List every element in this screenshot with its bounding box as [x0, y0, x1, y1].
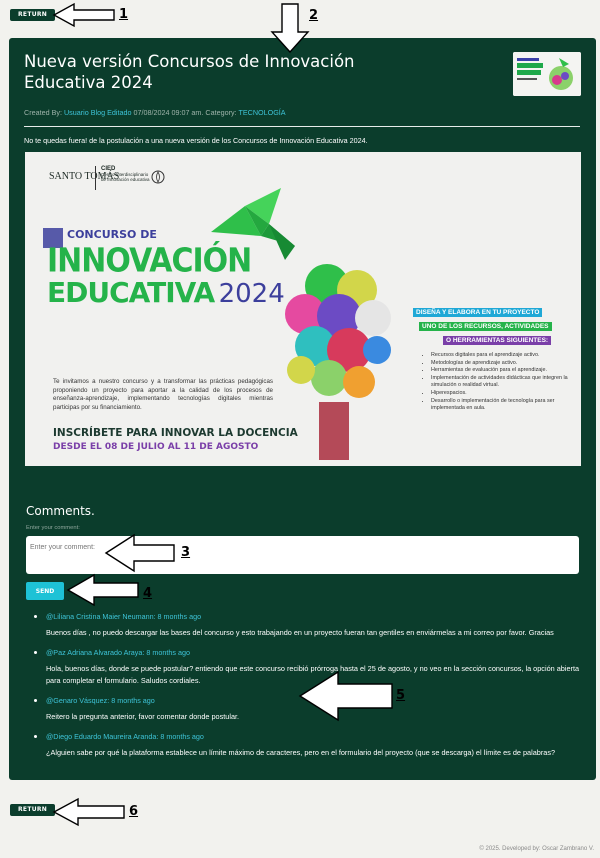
comment-author[interactable]: @Diego Eduardo Maureira Aranda: 8 months…	[46, 732, 584, 741]
poster-headline-3-wrap: EDUCATIVA 2024	[47, 276, 285, 309]
annotation-number: 1	[119, 7, 129, 22]
created-by-label: Created By:	[24, 108, 64, 117]
annotation-number: 3	[181, 545, 191, 560]
comment-field-label: Enter your comment:	[26, 525, 80, 531]
return-button-top[interactable]: RETURN	[10, 9, 56, 21]
poster-tag-1: DISEÑA Y ELABORA EN TU PROYECTO	[413, 308, 543, 317]
post-meta: Created By: Usuario Blog Editado 07/08/2…	[24, 108, 286, 117]
post-thumbnail[interactable]	[513, 52, 581, 96]
poster-tag-3: O HERRAMIENTAS SIGUIENTES:	[443, 336, 552, 345]
annotation-number: 5	[396, 688, 406, 703]
logo-divider	[95, 166, 96, 190]
annotation-arrow-down-icon	[270, 3, 310, 54]
post-date: 07/08/2024 09:07 am. Category:	[131, 108, 239, 117]
leaf-icon	[151, 170, 165, 184]
comment-author[interactable]: @Paz Adriana Alvarado Araya: 8 months ag…	[46, 648, 584, 657]
comment-text: ¿Alguien sabe por qué la plataforma esta…	[46, 748, 556, 757]
divider	[24, 126, 580, 127]
send-button[interactable]: SEND	[26, 582, 64, 600]
comments-heading: Comments.	[26, 504, 95, 518]
cied-logo: CIED Centro Interdisciplinario de Innova…	[101, 166, 150, 182]
poster-bullet-list: Recursos digitales para el aprendizaje a…	[423, 352, 573, 413]
post-title: Nueva versión Concursos de Innovación Ed…	[24, 52, 355, 92]
poster-tag-2: UNO DE LOS RECURSOS, ACTIVIDADES	[419, 322, 552, 331]
annotation-arrow-left-icon	[52, 797, 125, 827]
poster-bullet: Recursos digitales para el aprendizaje a…	[431, 352, 573, 360]
poster-bullet: Herramientas de evaluación para el apren…	[431, 367, 573, 375]
annotation-arrow-left-icon	[52, 2, 115, 28]
comment-item: @Liliana Cristina Maier Neumann: 8 month…	[32, 612, 584, 639]
annotation-arrow-left-icon	[104, 533, 175, 573]
return-button-bottom[interactable]: RETURN	[10, 804, 56, 816]
annotation-arrow-left-icon	[298, 670, 393, 722]
author-link[interactable]: Usuario Blog Editado	[64, 108, 132, 117]
poster-bullet: Hiperespacios.	[431, 390, 573, 398]
annotation-arrow-left-icon	[66, 573, 139, 607]
poster-body: Te invitamos a nuestro concurso y a tran…	[53, 378, 273, 411]
annotation-number: 2	[309, 8, 319, 23]
poster-bullet: Desarrollo o implementación de tecnologí…	[431, 398, 573, 413]
poster-image: SANTO TOMÁS CIED Centro Interdisciplinar…	[25, 152, 581, 466]
poster-headline-1: CONCURSO DE	[67, 228, 157, 241]
comment-text: Buenos días , no puedo descargar las bas…	[46, 628, 554, 637]
footer-credit: © 2025. Developed by: Oscar Zambrano V.	[479, 846, 594, 852]
comment-item: @Diego Eduardo Maureira Aranda: 8 months…	[32, 732, 584, 759]
post-card: Nueva versión Concursos de Innovación Ed…	[9, 38, 596, 780]
crumpled-paper-head-illustration	[285, 264, 391, 460]
annotation-number: 4	[143, 586, 153, 601]
poster-bullet: Metodologías de aprendizaje activo.	[431, 360, 573, 368]
poster-headline-3: EDUCATIVA	[47, 276, 215, 309]
post-intro: No te quedas fuera! de la postulación a …	[24, 136, 368, 145]
comment-author[interactable]: @Liliana Cristina Maier Neumann: 8 month…	[46, 612, 584, 621]
annotation-number: 6	[129, 804, 139, 819]
poster-dates: DESDE EL 08 DE JULIO AL 11 DE AGOSTO	[53, 442, 259, 452]
poster-bullet: Implementación de actividades didácticas…	[431, 375, 573, 390]
category-link[interactable]: TECNOLOGÍA	[238, 108, 285, 117]
